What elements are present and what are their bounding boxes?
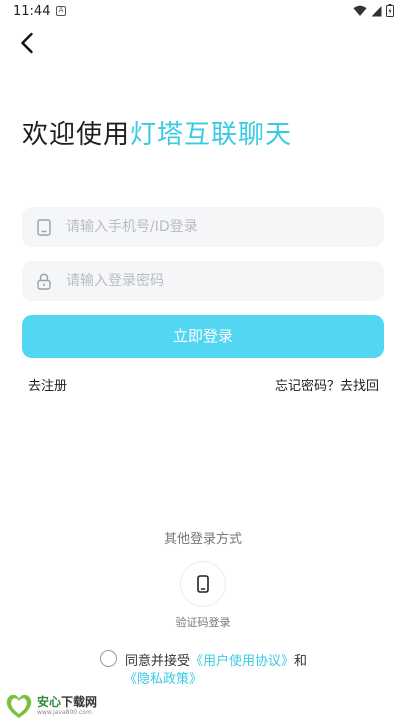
agreement-text: 同意并接受《用户使用协议》和	[125, 650, 307, 669]
notification-icon: A	[56, 6, 66, 16]
watermark-title: 安心下载网	[37, 696, 97, 708]
phone-field[interactable]	[22, 207, 384, 247]
password-field[interactable]	[22, 261, 384, 301]
login-button[interactable]: 立即登录	[22, 315, 384, 358]
phone-icon	[22, 218, 66, 236]
watermark: 安心下载网 www.java800.com	[4, 693, 97, 719]
other-login-title: 其他登录方式	[163, 532, 242, 547]
watermark-title-green: 安心	[37, 695, 62, 709]
chevron-left-icon	[21, 32, 33, 54]
watermark-logo-icon	[6, 694, 32, 718]
agreement-checkbox[interactable]	[100, 650, 117, 667]
battery-icon	[386, 4, 394, 17]
signal-icon	[371, 5, 382, 16]
back-button[interactable]	[14, 30, 40, 56]
wifi-icon	[353, 5, 367, 16]
watermark-text: 安心下载网 www.java800.com	[37, 696, 97, 716]
sms-login-button[interactable]	[180, 561, 226, 607]
privacy-policy-link[interactable]: 《隐私政策》	[124, 672, 202, 687]
mobile-phone-icon	[197, 575, 209, 593]
phone-input[interactable]	[66, 219, 356, 235]
lock-icon	[22, 273, 66, 290]
agreement-prefix: 同意并接受	[125, 654, 191, 669]
agreement-and: 和	[294, 654, 308, 669]
status-bar: 11:44 A	[0, 0, 406, 24]
user-agreement-link[interactable]: 《用户使用协议》	[190, 654, 294, 669]
status-indicators	[353, 4, 394, 17]
watermark-title-dark: 下载网	[61, 695, 98, 709]
welcome-title: 欢迎使用灯塔互联聊天	[22, 114, 292, 151]
agreement-text-line2: 《隐私政策》	[124, 668, 202, 687]
status-time: 11:44	[13, 4, 51, 19]
password-input[interactable]	[66, 273, 356, 289]
sms-login-label: 验证码登录	[175, 616, 231, 629]
welcome-app-name: 灯塔互联聊天	[130, 120, 293, 150]
register-link[interactable]: 去注册	[28, 375, 67, 394]
forgot-password-link[interactable]: 忘记密码？去找回	[275, 375, 379, 394]
watermark-url: www.java800.com	[37, 709, 92, 716]
welcome-prefix: 欢迎使用	[22, 120, 131, 150]
